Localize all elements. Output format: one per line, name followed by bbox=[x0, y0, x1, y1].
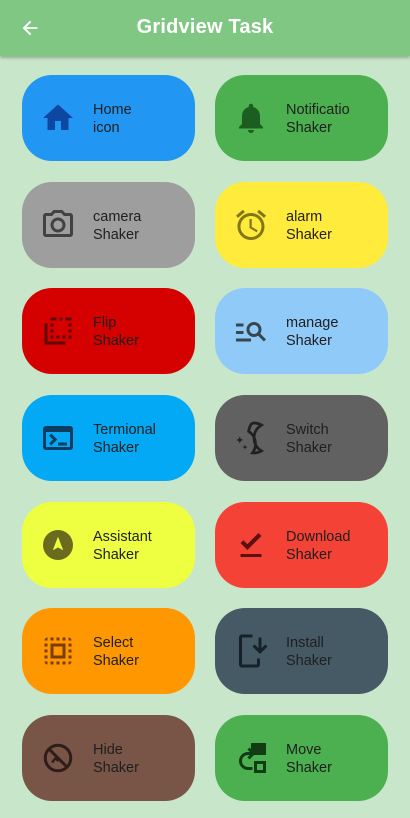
tile-download[interactable]: Download Shaker bbox=[215, 501, 388, 588]
tile-notification[interactable]: Notificatio Shaker bbox=[215, 75, 388, 161]
tile-alarm[interactable]: alarm Shaker bbox=[215, 181, 388, 268]
assistant-navigation-icon bbox=[40, 527, 76, 563]
select-all-icon bbox=[40, 633, 76, 669]
move-icon bbox=[233, 740, 269, 776]
tile-label: Assistant Shaker bbox=[93, 528, 152, 563]
page-title: Gridview Task bbox=[136, 16, 274, 38]
tile-label: Switch Shaker bbox=[286, 422, 332, 457]
alarm-clock-icon bbox=[233, 207, 269, 243]
tile-install[interactable]: Install Shaker bbox=[215, 608, 388, 695]
tile-label: Install Shaker bbox=[286, 635, 332, 670]
app-bar: Gridview Task bbox=[0, 0, 410, 56]
tile-label: manage Shaker bbox=[286, 315, 339, 350]
tile-assistant[interactable]: Assistant Shaker bbox=[22, 501, 195, 588]
flip-icon bbox=[40, 313, 76, 349]
tile-label: Hide Shaker bbox=[93, 742, 139, 777]
tile-label: Download Shaker bbox=[286, 528, 351, 563]
tile-home[interactable]: Home icon bbox=[22, 75, 195, 161]
dark-mode-switch-icon bbox=[233, 420, 269, 456]
tile-hide[interactable]: Hide Shaker bbox=[22, 715, 195, 802]
tile-label: Notificatio Shaker bbox=[286, 102, 350, 136]
tile-manage[interactable]: manage Shaker bbox=[215, 288, 388, 375]
terminal-icon bbox=[40, 420, 76, 456]
tile-grid: Home icon Notificatio Shaker camera Shaker … bbox=[22, 75, 388, 802]
camera-icon bbox=[40, 207, 76, 243]
notification-bell-icon bbox=[233, 100, 269, 136]
tile-label: alarm Shaker bbox=[286, 208, 332, 243]
tile-flip[interactable]: Flip Shaker bbox=[22, 288, 195, 375]
tile-move[interactable]: Move Shaker bbox=[215, 715, 388, 802]
download-done-icon bbox=[233, 527, 269, 563]
tile-label: Move Shaker bbox=[286, 742, 332, 777]
install-mobile-icon bbox=[233, 633, 269, 669]
tile-label: camera Shaker bbox=[93, 208, 142, 243]
hide-image-icon bbox=[40, 740, 76, 776]
tile-label: Termional Shaker bbox=[93, 422, 156, 457]
tile-camera[interactable]: camera Shaker bbox=[22, 181, 195, 268]
tile-terminal[interactable]: Termional Shaker bbox=[22, 395, 195, 482]
tile-select[interactable]: Select Shaker bbox=[22, 608, 195, 695]
tile-label: Flip Shaker bbox=[93, 315, 139, 350]
manage-search-icon bbox=[233, 313, 269, 349]
tile-label: Select Shaker bbox=[93, 635, 139, 670]
tile-switch[interactable]: Switch Shaker bbox=[215, 395, 388, 482]
home-icon bbox=[40, 100, 76, 136]
tile-label: Home icon bbox=[93, 102, 132, 136]
